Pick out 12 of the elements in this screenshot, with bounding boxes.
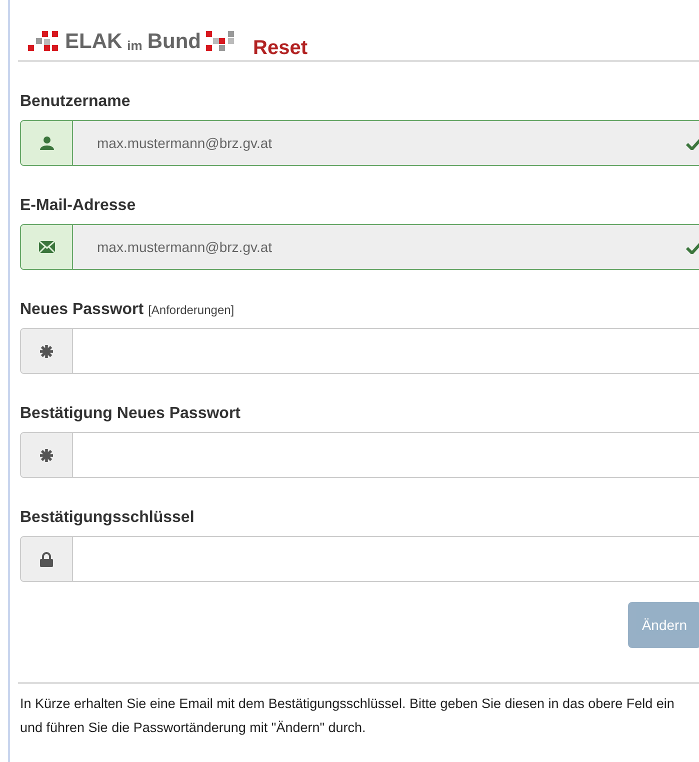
- page-title: Reset: [253, 38, 308, 58]
- field-label: E-Mail-Adresse: [20, 197, 136, 214]
- requirements-link[interactable]: [Anforderungen]: [148, 303, 234, 317]
- field-label: Neues Passwort: [20, 301, 144, 318]
- field-label: Bestätigung Neues Passwort: [20, 405, 240, 422]
- squares-icon: [28, 30, 60, 52]
- logo-text: im: [127, 39, 142, 52]
- logo-text: Bund: [147, 31, 201, 52]
- logo-text: ELAK: [65, 31, 122, 52]
- info-text: In Kürze erhalten Sie eine Email mit dem Bestätigungsschlüssel. Bitte geben Sie diesen in das obere Feld ein und führen Sie die Passwortänderung mit "Ändern" durch.: [20, 695, 676, 737]
- field-label: Benutzername: [20, 93, 130, 110]
- field-label: Bestätigungsschlüssel: [20, 509, 194, 526]
